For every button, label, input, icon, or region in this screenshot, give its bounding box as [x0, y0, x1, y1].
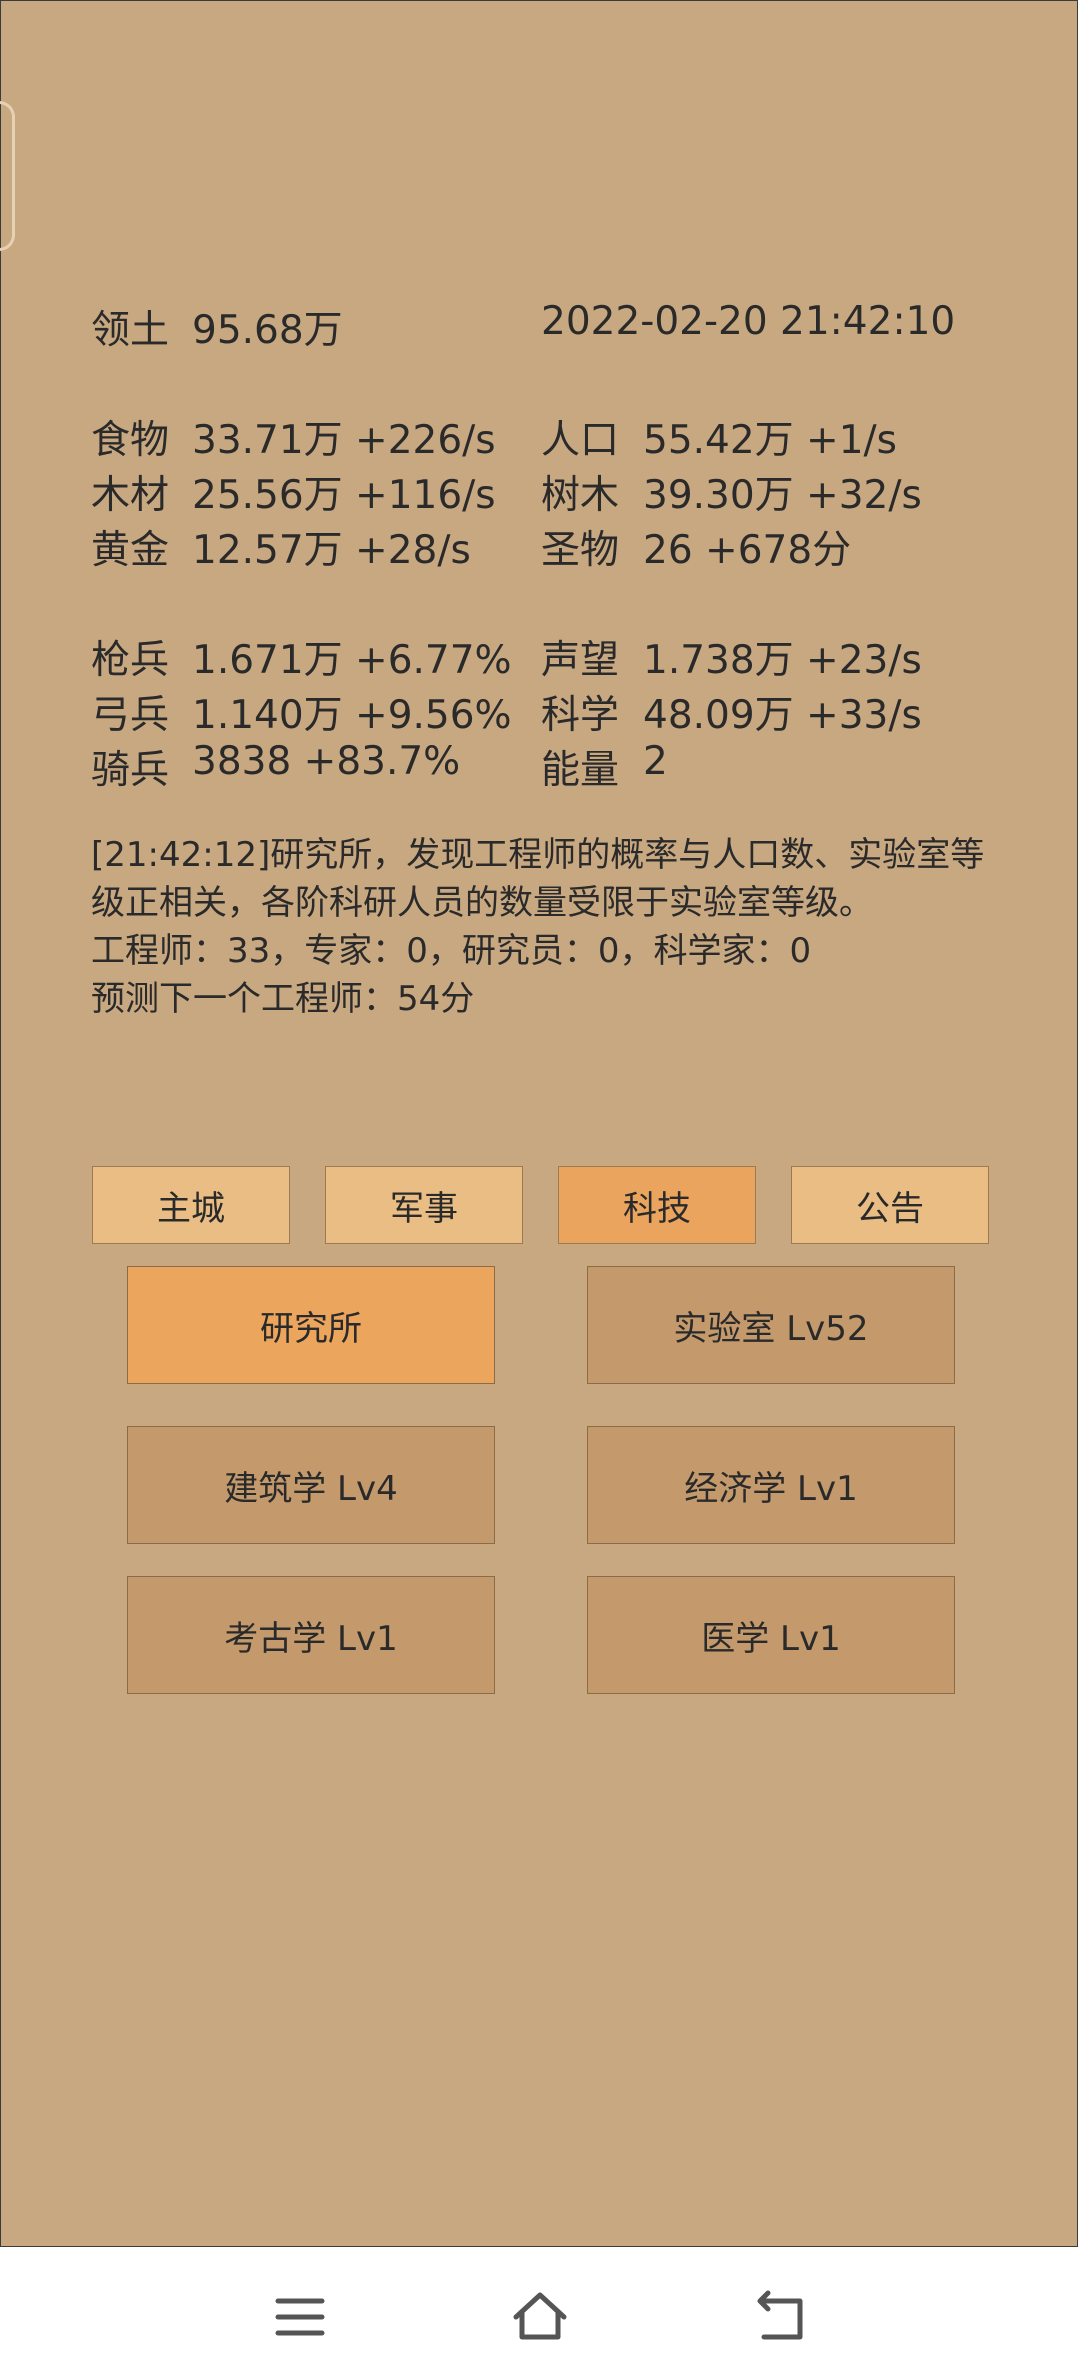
wood-label: 木材: [91, 473, 170, 518]
game-area: 领土 95.68万 2022-02-20 21:42:10 食物 33.71万 …: [0, 0, 1078, 2247]
laboratory-button[interactable]: 实验室 Lv52: [587, 1266, 955, 1384]
menu-icon[interactable]: [270, 2287, 330, 2347]
energy-label: 能量: [541, 748, 620, 793]
archers-value: 1.140万 +9.56%: [192, 693, 512, 738]
territory-label: 领土: [91, 308, 170, 353]
side-drawer-handle[interactable]: [0, 101, 15, 251]
cavalry-label: 骑兵: [91, 748, 170, 793]
relics-label: 圣物: [541, 528, 620, 573]
tab-technology[interactable]: 科技: [558, 1166, 756, 1244]
back-icon[interactable]: [750, 2287, 810, 2347]
navigation-bar: [0, 2247, 1080, 2376]
log-line: 预测下一个工程师：54分: [91, 979, 475, 1019]
wood-value: 25.56万 +116/s: [192, 473, 496, 518]
medicine-button[interactable]: 医学 Lv1: [587, 1576, 955, 1694]
territory-value: 95.68万: [192, 308, 343, 353]
food-value: 33.71万 +226/s: [192, 418, 496, 463]
log-line: [21:42:12]研究所，发现工程师的概率与人口数、实验室等: [91, 835, 985, 875]
trees-label: 树木: [541, 473, 620, 518]
energy-value: 2: [643, 739, 668, 784]
tab-main-city[interactable]: 主城: [92, 1166, 290, 1244]
gold-label: 黄金: [91, 528, 170, 573]
science-value: 48.09万 +33/s: [643, 693, 922, 738]
architecture-button[interactable]: 建筑学 Lv4: [127, 1426, 495, 1544]
relics-value: 26 +678分: [643, 528, 852, 573]
log-line: 级正相关，各阶科研人员的数量受限于实验室等级。: [91, 883, 873, 923]
cavalry-value: 3838 +83.7%: [192, 739, 461, 784]
science-label: 科学: [541, 693, 620, 738]
archaeology-button[interactable]: 考古学 Lv1: [127, 1576, 495, 1694]
prestige-value: 1.738万 +23/s: [643, 638, 922, 683]
event-log: [21:42:12]研究所，发现工程师的概率与人口数、实验室等 级正相关，各阶科…: [91, 831, 1011, 1023]
spearmen-label: 枪兵: [91, 638, 170, 683]
tab-announcement[interactable]: 公告: [791, 1166, 989, 1244]
institute-button[interactable]: 研究所: [127, 1266, 495, 1384]
home-icon[interactable]: [510, 2287, 570, 2347]
log-line: 工程师：33，专家：0，研究员：0，科学家：0: [91, 931, 812, 971]
archers-label: 弓兵: [91, 693, 170, 738]
datetime: 2022-02-20 21:42:10: [541, 299, 956, 344]
population-label: 人口: [541, 418, 620, 463]
economics-button[interactable]: 经济学 Lv1: [587, 1426, 955, 1544]
spearmen-value: 1.671万 +6.77%: [192, 638, 512, 683]
tab-military[interactable]: 军事: [325, 1166, 523, 1244]
prestige-label: 声望: [541, 638, 620, 683]
food-label: 食物: [91, 418, 170, 463]
gold-value: 12.57万 +28/s: [192, 528, 471, 573]
population-value: 55.42万 +1/s: [643, 418, 897, 463]
trees-value: 39.30万 +32/s: [643, 473, 922, 518]
